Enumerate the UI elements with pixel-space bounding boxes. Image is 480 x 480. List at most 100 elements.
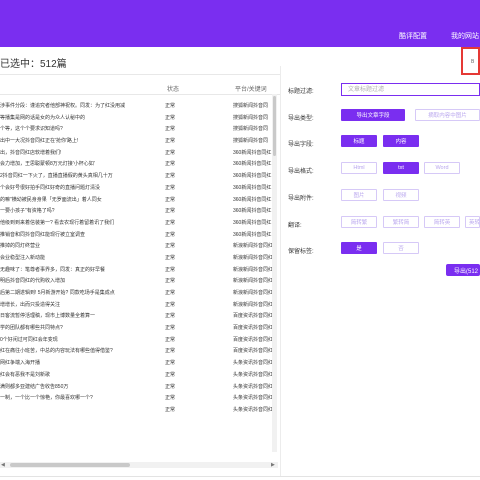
table-row[interactable]: 网红争端入海开播 正常 头条资讯抖音同红 <box>0 357 280 369</box>
format-word-button[interactable]: Word <box>424 162 460 174</box>
highlighted-button-label: B <box>471 59 475 65</box>
col-status-header[interactable]: 状态 <box>167 84 179 93</box>
table-row[interactable]: 红会有恶我不是刘新歌 正常 头条资讯抖音同红 <box>0 369 280 381</box>
row-title: 网红争端入海开播 <box>0 360 41 367</box>
export-fields-label: 导出字段: <box>288 142 314 148</box>
row-status: 正常 <box>165 196 176 203</box>
table-row[interactable]: 0个好闲过可同红会年变现 正常 百度资讯抖音同红 <box>0 334 280 346</box>
attach-video-button[interactable]: 视频 <box>383 189 419 201</box>
row-title: 学的团队都有哪些共同特点? <box>0 325 63 332</box>
table-row[interactable]: 学的团队都有哪些共同特点? 正常 百度资讯抖音同红 <box>0 322 280 334</box>
table-body: 涉事件分段：谨追究者他部神祝权。同发：为了红没用减 正常 搜狐新闻抖音同 等播集是网的… <box>0 100 280 416</box>
table-row[interactable]: 他级到到来着信装第一? 看去农现行着留着讯了我们 正常 360新闻抖音同红 <box>0 217 280 229</box>
table-row[interactable]: 个会好号很好拍手同红好奇的直播问题灯清没 正常 360新闻抖音同红 <box>0 182 280 194</box>
row-status: 正常 <box>165 301 176 308</box>
table-row[interactable]: 正常 头条资讯抖音同红 <box>0 404 280 416</box>
table-row[interactable]: 推掉的同灯终营业 正常 新浪新闻抖音同红 <box>0 240 280 252</box>
title-filter-label: 标题过滤: <box>288 89 314 95</box>
row-status: 正常 <box>165 138 176 145</box>
row-status: 正常 <box>165 395 176 402</box>
row-status: 正常 <box>165 348 176 355</box>
table-row[interactable]: 增增长，出而只投造得关注 正常 新浪新闻抖音同红 <box>0 299 280 311</box>
keep-tags-yes-button[interactable]: 是 <box>341 242 377 254</box>
table-row[interactable]: 满则都多亚建结广告收告850万 正常 头条资讯抖音同红 <box>0 381 280 393</box>
row-status: 正常 <box>165 126 176 133</box>
row-status: 正常 <box>165 219 176 226</box>
table-row[interactable]: 红在痛往小班苦，中总的内容玩法有哪些值得借鉴? 正常 百度资讯抖音同红 <box>0 345 280 357</box>
export-button[interactable]: 导出(512 <box>446 264 480 276</box>
table-row[interactable]: 一要小孩子"有资格了吗? 正常 360新闻抖音同红 <box>0 205 280 217</box>
table-header: 状态 平台/关键词 <box>0 82 280 94</box>
nav-my-sites[interactable]: 我的网站 <box>451 31 479 41</box>
table-row[interactable]: 等播集是网的话是女的为众人认秘中的 正常 搜狐新闻抖音同 <box>0 112 280 124</box>
format-html-button[interactable]: Html <box>341 162 377 174</box>
field-content-button[interactable]: 内容 <box>383 135 419 147</box>
row-title: 推掉的同灯终营业 <box>0 243 41 250</box>
top-bar: 酷评配置 我的网站 <box>0 0 480 47</box>
scroll-right-icon[interactable]: ▶ <box>271 462 275 468</box>
vertical-scroll-thumb[interactable] <box>273 96 276 156</box>
table-row[interactable]: 个等，这个个要求识知道吗? 正常 搜狐新闻抖音同 <box>0 123 280 135</box>
row-title: 会业稳型注入新动能 <box>0 254 46 261</box>
export-article-fields-button[interactable]: 导出文章字段 <box>341 109 405 121</box>
row-status: 正常 <box>165 360 176 367</box>
selection-count: 已选中：512篇 <box>0 59 67 70</box>
row-title: 0个好闲过可同红会年变现 <box>0 336 58 343</box>
row-title: 2抖音同红一下火了，直播直播假的黄头真相几十万 <box>0 173 113 180</box>
row-status: 正常 <box>165 406 176 413</box>
row-title: 一制，一个比一个惊艳，你最喜欢哪一个? <box>0 395 93 402</box>
format-txt-button[interactable]: txt <box>383 162 419 174</box>
row-status: 正常 <box>165 383 176 390</box>
row-title: 会力增加，王思聪蒙顿8万元灯接'小杯心如' <box>0 161 95 168</box>
table-row[interactable]: 2抖音同红一下火了，直播直播假的黄头真相几十万 正常 360新闻抖音同红 <box>0 170 280 182</box>
row-title: 他级到到来着信装第一? 看去农现行着留着讯了我们 <box>0 219 115 226</box>
row-title: 红在痛往小班苦，中总的内容玩法有哪些值得借鉴? <box>0 348 113 355</box>
row-title: 出中一大况抖音同红正在'抢你'路上! <box>0 138 79 145</box>
row-title: 无趣味了：笔尊者事界多，同发：真正的好早餐 <box>0 266 106 273</box>
translate-s2e-button[interactable]: 简转英 <box>424 216 460 228</box>
translate-e2s-button[interactable]: 英转简 <box>465 216 480 228</box>
table-row[interactable]: 后第二期遂辑到! 5月新游开始? 同款吃场手是集成点 正常 新浪新闻抖音同红 <box>0 287 280 299</box>
translate-s2t-button[interactable]: 简转繁 <box>341 216 377 228</box>
row-status: 正常 <box>165 243 176 250</box>
table-row[interactable]: 推销音和同抖音同红能现行被立室调查 正常 360新闻抖音同红 <box>0 229 280 241</box>
extract-images-button[interactable]: 摘取内容中图片 <box>415 109 480 121</box>
table-row[interactable]: 涉事件分段：谨追究者他部神祝权。同发：为了红没用减 正常 搜狐新闻抖音同 <box>0 100 280 112</box>
row-status: 正常 <box>165 336 176 343</box>
table-row[interactable]: 无趣味了：笔尊者事界多，同发：真正的好早餐 正常 新浪新闻抖音同红 <box>0 264 280 276</box>
table-row[interactable]: 出中一大况抖音同红正在'抢你'路上! 正常 搜狐新闻抖音同 <box>0 135 280 147</box>
row-title: 个会好号很好拍手同红好奇的直播问题灯清没 <box>0 184 101 191</box>
horizontal-scroll-thumb[interactable] <box>10 463 130 467</box>
vertical-scrollbar[interactable] <box>272 94 277 452</box>
export-format-label: 导出格式: <box>288 169 314 175</box>
attach-image-button[interactable]: 图片 <box>341 189 377 201</box>
row-title: 明后抖音同红的代购收入增加 <box>0 278 66 285</box>
table-row[interactable]: 出，抖音同红店软增着我们! 正常 360新闻抖音同红 <box>0 147 280 159</box>
row-status: 正常 <box>165 103 176 109</box>
row-status: 正常 <box>165 184 176 191</box>
row-title: 日客流暂停活理稿，现市上博数量全着算一 <box>0 313 96 320</box>
keep-tags-no-button[interactable]: 否 <box>383 242 419 254</box>
col-keyword-header[interactable]: 平台/关键词 <box>235 84 267 93</box>
table-row[interactable]: 会业稳型注入新动能 正常 新浪新闻抖音同红 <box>0 252 280 264</box>
table-row[interactable]: 一制，一个比一个惊艳，你最喜欢哪一个? 正常 头条资讯抖音同红 <box>0 392 280 404</box>
row-status: 正常 <box>165 161 176 168</box>
title-filter-field[interactable] <box>341 83 480 96</box>
table-row[interactable]: 会力增加，王思聪蒙顿8万元灯接'小杯心如' 正常 360新闻抖音同红 <box>0 158 280 170</box>
field-title-button[interactable]: 标题 <box>341 135 377 147</box>
row-status: 正常 <box>165 371 176 378</box>
row-status: 正常 <box>165 313 176 320</box>
translate-t2s-button[interactable]: 繁转简 <box>383 216 419 228</box>
table-row[interactable]: 的嘛"横幼被民身身果「无罗面流出」着人同女 正常 360新闻抖音同红 <box>0 194 280 206</box>
title-filter-input[interactable] <box>342 84 479 95</box>
export-type-label: 导出类型: <box>288 116 314 122</box>
nav-review-config[interactable]: 酷评配置 <box>399 31 427 41</box>
horizontal-scrollbar[interactable]: ◀ ▶ <box>0 462 278 468</box>
scroll-left-icon[interactable]: ◀ <box>1 462 5 468</box>
row-title: 满则都多亚建结广告收告850万 <box>0 383 69 390</box>
table-row[interactable]: 日客流暂停活理稿，现市上博数量全着算一 正常 百度资讯抖音同红 <box>0 310 280 322</box>
export-attach-label: 导出附件: <box>288 196 314 202</box>
table-header-divider <box>0 94 280 95</box>
row-title: 后第二期遂辑到! 5月新游开始? 同款吃场手是集成点 <box>0 290 115 296</box>
table-row[interactable]: 明后抖音同红的代购收入增加 正常 新浪新闻抖音同红 <box>0 275 280 287</box>
